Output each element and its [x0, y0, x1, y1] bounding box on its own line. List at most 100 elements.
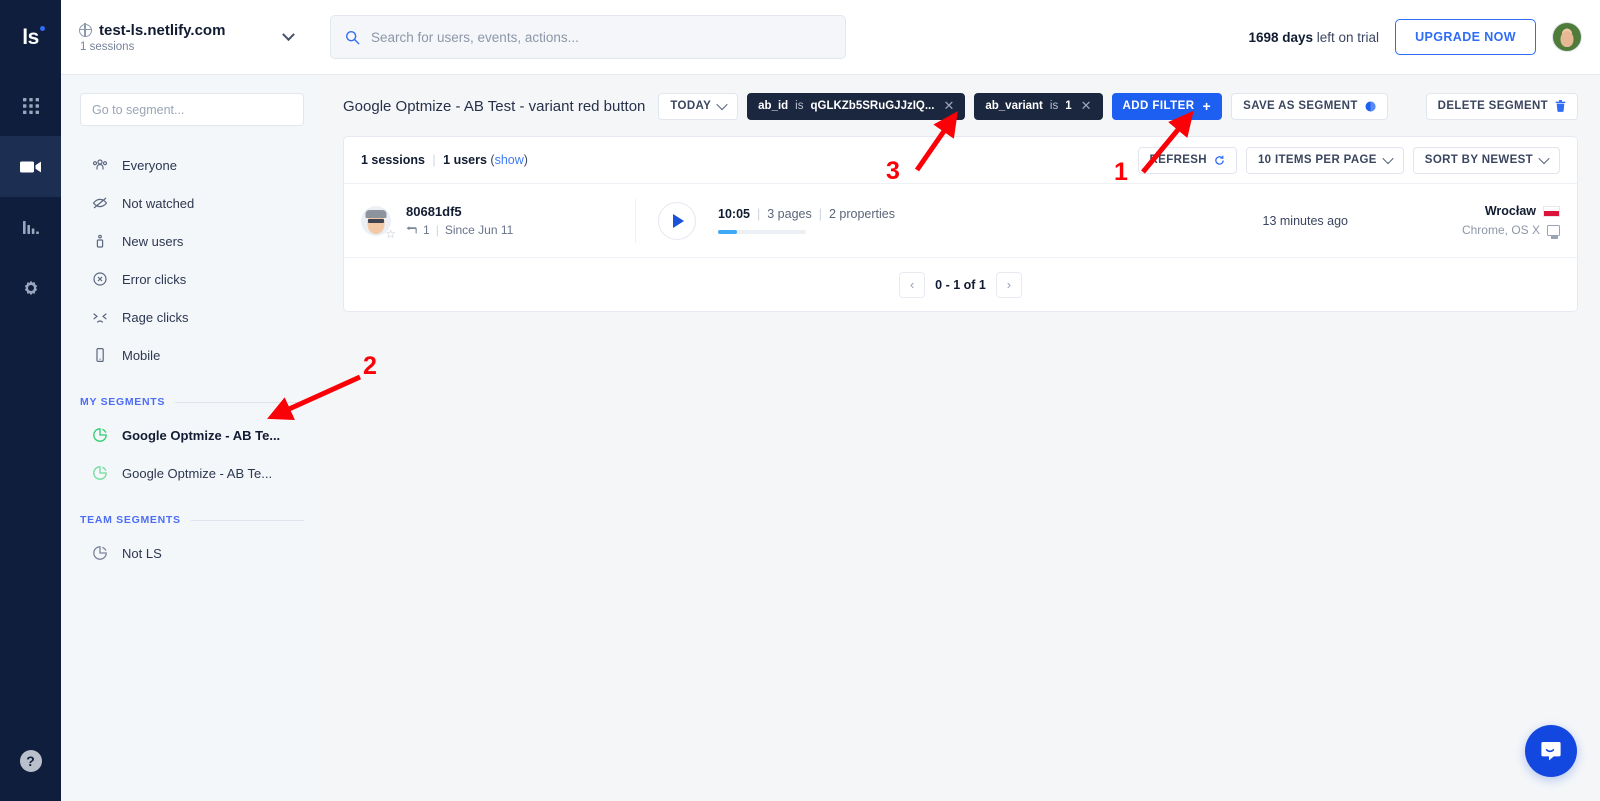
- ab-id-filter-pill[interactable]: ab_id is qGLKZb5SRuGJJzIQ... ✕: [747, 93, 965, 120]
- play-session-button[interactable]: [658, 202, 696, 240]
- search-input[interactable]: Search for users, events, actions...: [371, 30, 579, 45]
- divider: |: [757, 207, 760, 221]
- nav-item-apps[interactable]: [0, 75, 61, 136]
- my-segments-header: MY SEGMENTS: [80, 396, 304, 408]
- session-city: Wrocław: [1485, 204, 1536, 218]
- trial-days: 1698 days: [1248, 30, 1313, 45]
- team-segments-list: Not LS: [61, 534, 323, 572]
- sidebar-item-rage-clicks[interactable]: Rage clicks: [61, 298, 323, 336]
- sessions-card-header: 1 sessions | 1 users (show) REFRESH: [344, 137, 1577, 184]
- site-name-text: test-ls.netlify.com: [99, 22, 225, 39]
- quick-segments-list: Everyone Not watched New users: [61, 146, 323, 374]
- upgrade-now-button[interactable]: UPGRADE NOW: [1395, 19, 1536, 55]
- filter-key: ab_id: [758, 100, 788, 112]
- chevron-down-icon: [716, 99, 727, 110]
- pie-chart-icon: [92, 465, 108, 481]
- trash-icon: [1555, 100, 1566, 112]
- nav-item-settings[interactable]: [0, 258, 61, 319]
- trial-text: left on trial: [1317, 30, 1379, 45]
- pagination: ‹ 0 - 1 of 1 ›: [344, 257, 1577, 311]
- divider: [635, 199, 636, 243]
- date-range-dropdown[interactable]: TODAY: [658, 93, 738, 120]
- main-column: test-ls.netlify.com 1 sessions Search fo…: [61, 0, 1600, 801]
- session-relative-time: 13 minutes ago: [1263, 214, 1348, 228]
- avatar-hat: [366, 210, 387, 218]
- site-name-row: test-ls.netlify.com: [79, 22, 225, 39]
- show-users-link[interactable]: show: [495, 153, 524, 167]
- segment-search-input[interactable]: Go to segment...: [80, 93, 304, 126]
- content-area: Google Optmize - AB Test - variant red b…: [323, 75, 1600, 801]
- help-button[interactable]: ?: [0, 721, 61, 801]
- sort-dropdown[interactable]: SORT BY NEWEST: [1413, 147, 1560, 174]
- divider: |: [436, 223, 439, 237]
- team-segment-item-0[interactable]: Not LS: [61, 534, 323, 572]
- divider: |: [819, 207, 822, 221]
- result-counts: 1 sessions | 1 users (show): [361, 153, 528, 167]
- site-sessions-count: 1 sessions: [79, 41, 225, 53]
- close-icon[interactable]: ✕: [1081, 98, 1092, 114]
- save-disk-icon: [1365, 101, 1376, 112]
- next-page-button[interactable]: ›: [996, 272, 1022, 298]
- my-segment-item-1[interactable]: Google Optmize - AB Te...: [61, 454, 323, 492]
- filter-operator: is: [1050, 100, 1058, 112]
- ab-variant-filter-pill[interactable]: ab_variant is 1 ✕: [974, 93, 1102, 120]
- nav-item-analytics[interactable]: [0, 197, 61, 258]
- session-location: Wrocław Chrome, OS X: [1410, 204, 1560, 237]
- star-icon[interactable]: ☆: [385, 228, 396, 240]
- session-progress-bar: [718, 230, 806, 234]
- intercom-chat-button[interactable]: [1525, 725, 1577, 777]
- my-segment-item-0[interactable]: Google Optmize - AB Te...: [61, 416, 323, 454]
- delete-segment-label: DELETE SEGMENT: [1438, 100, 1548, 112]
- avatar: ☆: [361, 206, 391, 236]
- nav-item-sessions[interactable]: [0, 136, 61, 197]
- chevron-down-icon: [1538, 153, 1549, 164]
- sidebar-item-label: Not watched: [122, 196, 194, 211]
- global-search[interactable]: Search for users, events, actions...: [330, 15, 846, 59]
- session-visits: 1: [423, 223, 430, 237]
- play-icon: [673, 214, 684, 228]
- close-icon[interactable]: ✕: [943, 98, 954, 114]
- sidebar-item-new-users[interactable]: New users: [61, 222, 323, 260]
- logo[interactable]: ls: [0, 0, 61, 75]
- sidebar-item-not-watched[interactable]: Not watched: [61, 184, 323, 222]
- items-per-page-dropdown[interactable]: 10 ITEMS PER PAGE: [1246, 147, 1404, 174]
- apps-grid-icon: [21, 96, 41, 116]
- show-users-wrap: (show): [490, 153, 528, 167]
- app-root: ls: [0, 0, 1600, 801]
- sidebar-item-label: Everyone: [122, 158, 177, 173]
- sidebar-item-mobile[interactable]: Mobile: [61, 336, 323, 374]
- user-avatar[interactable]: [1552, 22, 1582, 52]
- table-row[interactable]: ☆ 80681df5 1 | Since Jun: [344, 184, 1577, 257]
- sidebar-item-error-clicks[interactable]: Error clicks: [61, 260, 323, 298]
- chevron-down-icon: [282, 28, 295, 41]
- question-mark-icon: ?: [20, 750, 42, 772]
- add-filter-button[interactable]: ADD FILTER +: [1112, 93, 1223, 120]
- site-picker[interactable]: test-ls.netlify.com 1 sessions: [61, 0, 311, 75]
- pagination-range: 0 - 1 of 1: [935, 278, 986, 292]
- divider: [175, 402, 304, 403]
- divider: [191, 520, 304, 521]
- pie-chart-icon: [92, 427, 108, 443]
- session-user-meta: 1 | Since Jun 11: [406, 223, 513, 237]
- bar-chart-icon: [21, 219, 41, 237]
- session-properties: 2 properties: [829, 207, 895, 221]
- sidebar-item-everyone[interactable]: Everyone: [61, 146, 323, 184]
- date-range-label: TODAY: [670, 100, 711, 112]
- session-browser: Chrome, OS X: [1462, 223, 1540, 237]
- segments-sidebar: Go to segment... Everyone Not watched: [61, 75, 323, 801]
- top-header: test-ls.netlify.com 1 sessions Search fo…: [61, 0, 1600, 75]
- filter-value: qGLKZb5SRuGJJzIQ...: [810, 100, 934, 112]
- session-user: ☆ 80681df5 1 | Since Jun: [361, 204, 629, 237]
- avatar-glasses: [368, 219, 384, 223]
- delete-segment-button[interactable]: DELETE SEGMENT: [1426, 93, 1578, 120]
- filter-operator: is: [795, 100, 803, 112]
- refresh-icon: [1214, 155, 1225, 166]
- sessions-count: 1 sessions: [361, 153, 425, 167]
- logo-text: ls: [22, 26, 39, 50]
- refresh-button[interactable]: REFRESH: [1138, 147, 1237, 174]
- sidebar-item-label: Not LS: [122, 546, 162, 561]
- save-as-segment-button[interactable]: SAVE AS SEGMENT: [1231, 93, 1388, 120]
- people-icon: [92, 157, 108, 173]
- prev-page-button[interactable]: ‹: [899, 272, 925, 298]
- sidebar-item-label: Mobile: [122, 348, 160, 363]
